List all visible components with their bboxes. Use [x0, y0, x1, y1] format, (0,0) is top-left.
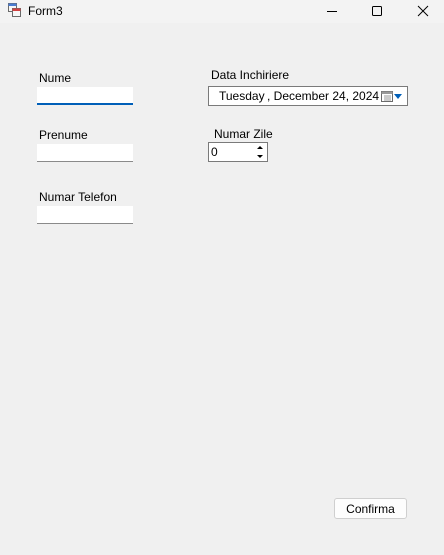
nume-input[interactable] — [37, 87, 133, 105]
form3-window: Form3 Nume Prenume Numar Telefon Data In… — [0, 0, 444, 555]
data-inchiriere-picker[interactable]: Tuesday , December 24, 2024 — [208, 86, 408, 106]
maximize-button[interactable] — [354, 0, 400, 22]
chevron-down-icon — [256, 155, 263, 158]
telefon-label: Numar Telefon — [39, 190, 117, 204]
confirma-button[interactable]: Confirma — [334, 498, 407, 519]
increment-button[interactable] — [252, 143, 267, 152]
minimize-button[interactable] — [309, 0, 355, 22]
numar-zile-stepper[interactable]: 0 — [208, 142, 268, 162]
prenume-label: Prenume — [39, 128, 88, 142]
maximize-icon — [372, 6, 382, 16]
date-day-segment[interactable]: Tuesday — [219, 90, 265, 103]
spin-buttons — [252, 143, 267, 161]
calendar-icon[interactable] — [381, 90, 393, 102]
prenume-input[interactable] — [37, 144, 133, 162]
nume-label: Nume — [39, 71, 72, 85]
chevron-up-icon — [256, 146, 263, 149]
window-title: Form3 — [28, 4, 63, 18]
app-icon — [8, 3, 21, 17]
numar-zile-label: Numar Zile — [214, 127, 273, 141]
title-bar[interactable]: Form3 — [0, 0, 444, 23]
data-inchiriere-label: Data Inchiriere — [211, 68, 290, 82]
decrement-button[interactable] — [252, 152, 267, 161]
minimize-icon — [327, 11, 337, 12]
telefon-input[interactable] — [37, 206, 133, 224]
date-value-segment[interactable]: , December 24, 2024 — [267, 90, 379, 103]
dropdown-arrow-icon[interactable] — [394, 94, 402, 99]
close-icon — [417, 5, 429, 17]
numar-zile-value[interactable]: 0 — [211, 145, 218, 159]
close-button[interactable] — [400, 0, 444, 22]
